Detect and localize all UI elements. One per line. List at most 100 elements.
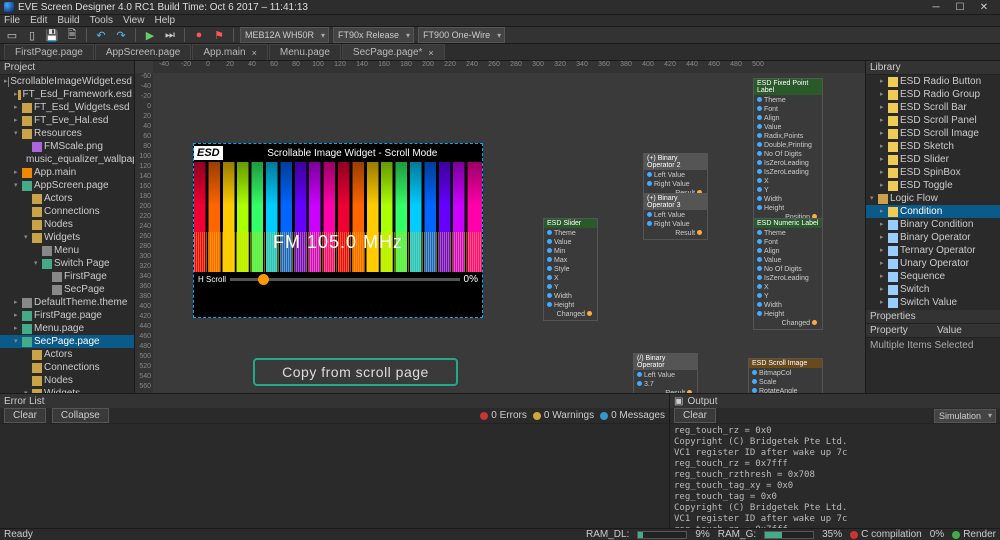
node-scroll-image[interactable]: ESD Scroll Image BitmapColScaleRotateAng… bbox=[748, 358, 823, 393]
tab[interactable]: AppScreen.page bbox=[95, 44, 192, 60]
tree-item[interactable]: Nodes bbox=[0, 374, 134, 387]
tree-item[interactable]: ▾Widgets bbox=[0, 231, 134, 244]
tree-item[interactable]: ▸DefaultTheme.theme bbox=[0, 296, 134, 309]
project-tree[interactable]: ▸ScrollableImageWidget.esd▸FT_Esd_Framew… bbox=[0, 75, 134, 393]
tree-item[interactable]: SecPage bbox=[0, 283, 134, 296]
tree-item[interactable]: Menu bbox=[0, 244, 134, 257]
warnings-count[interactable]: 0 Warnings bbox=[533, 410, 594, 421]
canvas-inner[interactable]: ESD Scrollable Image Widget - Scroll Mod… bbox=[153, 73, 865, 393]
expand-icon[interactable]: ▸ bbox=[14, 309, 22, 322]
new-icon[interactable]: ▭ bbox=[4, 27, 20, 43]
expand-icon[interactable]: ▸ bbox=[880, 101, 888, 114]
tab[interactable]: App.main× bbox=[192, 44, 268, 60]
expand-icon[interactable]: ▸ bbox=[880, 270, 888, 283]
target-combo[interactable]: FT900 One-Wire bbox=[418, 27, 505, 43]
tab[interactable]: SecPage.page*× bbox=[342, 44, 445, 60]
expand-icon[interactable]: ▾ bbox=[870, 192, 878, 205]
expand-icon[interactable]: ▸ bbox=[880, 231, 888, 244]
tree-item[interactable]: ▾Logic Flow bbox=[866, 192, 1000, 205]
redo-icon[interactable]: ↷ bbox=[113, 27, 129, 43]
saveall-icon[interactable]: 🗎 bbox=[64, 27, 80, 43]
node-binary-op-div[interactable]: (/) Binary Operator Left Value3.7Result bbox=[633, 353, 698, 393]
artboard[interactable]: ESD Scrollable Image Widget - Scroll Mod… bbox=[193, 143, 483, 318]
minimize-button[interactable]: ─ bbox=[924, 0, 948, 14]
tab[interactable]: FirstPage.page bbox=[4, 44, 94, 60]
tree-item[interactable]: FMScale.png bbox=[0, 140, 134, 153]
menu-file[interactable]: File bbox=[4, 15, 20, 26]
tree-item[interactable]: ▾Resources bbox=[0, 127, 134, 140]
save-icon[interactable]: 💾 bbox=[44, 27, 60, 43]
expand-icon[interactable]: ▸ bbox=[880, 166, 888, 179]
step-icon[interactable]: ⏭ bbox=[162, 27, 178, 43]
expand-icon[interactable]: ▸ bbox=[880, 283, 888, 296]
library-tree[interactable]: ▸ESD Radio Button▸ESD Radio Group▸ESD Sc… bbox=[866, 75, 1000, 310]
tree-item[interactable]: music_equalizer_wallpaper.jpg bbox=[0, 153, 134, 166]
tree-item[interactable]: ▸FT_Esd_Widgets.esd bbox=[0, 101, 134, 114]
run-icon[interactable]: ▶ bbox=[142, 27, 158, 43]
expand-icon[interactable]: ▸ bbox=[14, 322, 22, 335]
menu-tools[interactable]: Tools bbox=[90, 15, 113, 26]
node-fixed-point-label[interactable]: ESD Fixed Point Label ThemeFontAlignValu… bbox=[753, 78, 823, 224]
expand-icon[interactable]: ▸ bbox=[880, 257, 888, 270]
tree-item[interactable]: ▸ESD Radio Group bbox=[866, 88, 1000, 101]
tree-item[interactable]: ▾AppScreen.page bbox=[0, 179, 134, 192]
expand-icon[interactable]: ▾ bbox=[14, 179, 22, 192]
tree-item[interactable]: ▸Unary Operator bbox=[866, 257, 1000, 270]
expand-icon[interactable]: ▾ bbox=[14, 127, 22, 140]
expand-icon[interactable]: ▸ bbox=[880, 75, 888, 88]
expand-icon[interactable]: ▸ bbox=[880, 205, 888, 218]
slider-thumb[interactable] bbox=[258, 274, 269, 285]
maximize-button[interactable]: ☐ bbox=[948, 0, 972, 14]
hscroll-slider[interactable] bbox=[230, 278, 460, 281]
expand-icon[interactable]: ▸ bbox=[880, 153, 888, 166]
flag-icon[interactable]: ⚑ bbox=[211, 27, 227, 43]
expand-icon[interactable]: ▸ bbox=[880, 114, 888, 127]
record-icon[interactable]: ● bbox=[191, 27, 207, 43]
expand-icon[interactable]: ▾ bbox=[34, 257, 42, 270]
menu-view[interactable]: View bbox=[123, 15, 145, 26]
errors-count[interactable]: 0 Errors bbox=[480, 410, 527, 421]
node-graph[interactable]: ESD Fixed Point Label ThemeFontAlignValu… bbox=[513, 73, 865, 393]
expand-icon[interactable]: ▸ bbox=[880, 179, 888, 192]
expand-icon[interactable]: ▸ bbox=[14, 296, 22, 309]
expand-icon[interactable]: ▸ bbox=[880, 140, 888, 153]
open-icon[interactable]: ▯ bbox=[24, 27, 40, 43]
tree-item[interactable]: ▸ESD Sketch bbox=[866, 140, 1000, 153]
tree-item[interactable]: ▸ESD Scroll Panel bbox=[866, 114, 1000, 127]
tree-item[interactable]: ▸Binary Operator bbox=[866, 231, 1000, 244]
tree-item[interactable]: ▸ESD Scroll Image bbox=[866, 127, 1000, 140]
tree-item[interactable]: ▸ESD Toggle bbox=[866, 179, 1000, 192]
board-combo[interactable]: MEB12A WH50R bbox=[240, 27, 329, 43]
undo-icon[interactable]: ↶ bbox=[93, 27, 109, 43]
tree-item[interactable]: ▸Menu.page bbox=[0, 322, 134, 335]
clear-button[interactable]: Clear bbox=[4, 408, 46, 423]
expand-icon[interactable]: ▸ bbox=[14, 101, 22, 114]
output-clear-button[interactable]: Clear bbox=[674, 408, 716, 423]
output-mode-combo[interactable]: Simulation bbox=[934, 409, 996, 423]
collapse-button[interactable]: Collapse bbox=[52, 408, 109, 423]
expand-icon[interactable]: ▾ bbox=[24, 231, 32, 244]
node-esd-slider[interactable]: ESD Slider ThemeValueMinMaxStyleXYWidthH… bbox=[543, 218, 598, 321]
tree-item[interactable]: ▸FT_Esd_Framework.esd bbox=[0, 88, 134, 101]
expand-icon[interactable]: ▸ bbox=[14, 166, 22, 179]
tree-item[interactable]: ▸Binary Condition bbox=[866, 218, 1000, 231]
tree-item[interactable]: ▸Switch bbox=[866, 283, 1000, 296]
expand-icon[interactable]: ▸ bbox=[880, 244, 888, 257]
tree-item[interactable]: ▾Switch Page bbox=[0, 257, 134, 270]
expand-icon[interactable]: ▸ bbox=[880, 218, 888, 231]
tree-item[interactable]: Connections bbox=[0, 361, 134, 374]
tree-item[interactable]: ▸ESD Slider bbox=[866, 153, 1000, 166]
expand-icon[interactable]: ▸ bbox=[880, 127, 888, 140]
tree-item[interactable]: FirstPage bbox=[0, 270, 134, 283]
tree-item[interactable]: Actors bbox=[0, 348, 134, 361]
menu-build[interactable]: Build bbox=[57, 15, 79, 26]
expand-icon[interactable]: ▸ bbox=[880, 296, 888, 309]
tab[interactable]: Menu.page bbox=[269, 44, 341, 60]
tree-item[interactable]: Actors bbox=[0, 192, 134, 205]
tab-close-icon[interactable]: × bbox=[428, 48, 433, 58]
tree-item[interactable]: ▸ESD SpinBox bbox=[866, 166, 1000, 179]
tree-item[interactable]: ▾SecPage.page bbox=[0, 335, 134, 348]
tree-item[interactable]: ▸App.main bbox=[0, 166, 134, 179]
tree-item[interactable]: ▸Condition bbox=[866, 205, 1000, 218]
tree-item[interactable]: ▸FT_Eve_Hal.esd bbox=[0, 114, 134, 127]
